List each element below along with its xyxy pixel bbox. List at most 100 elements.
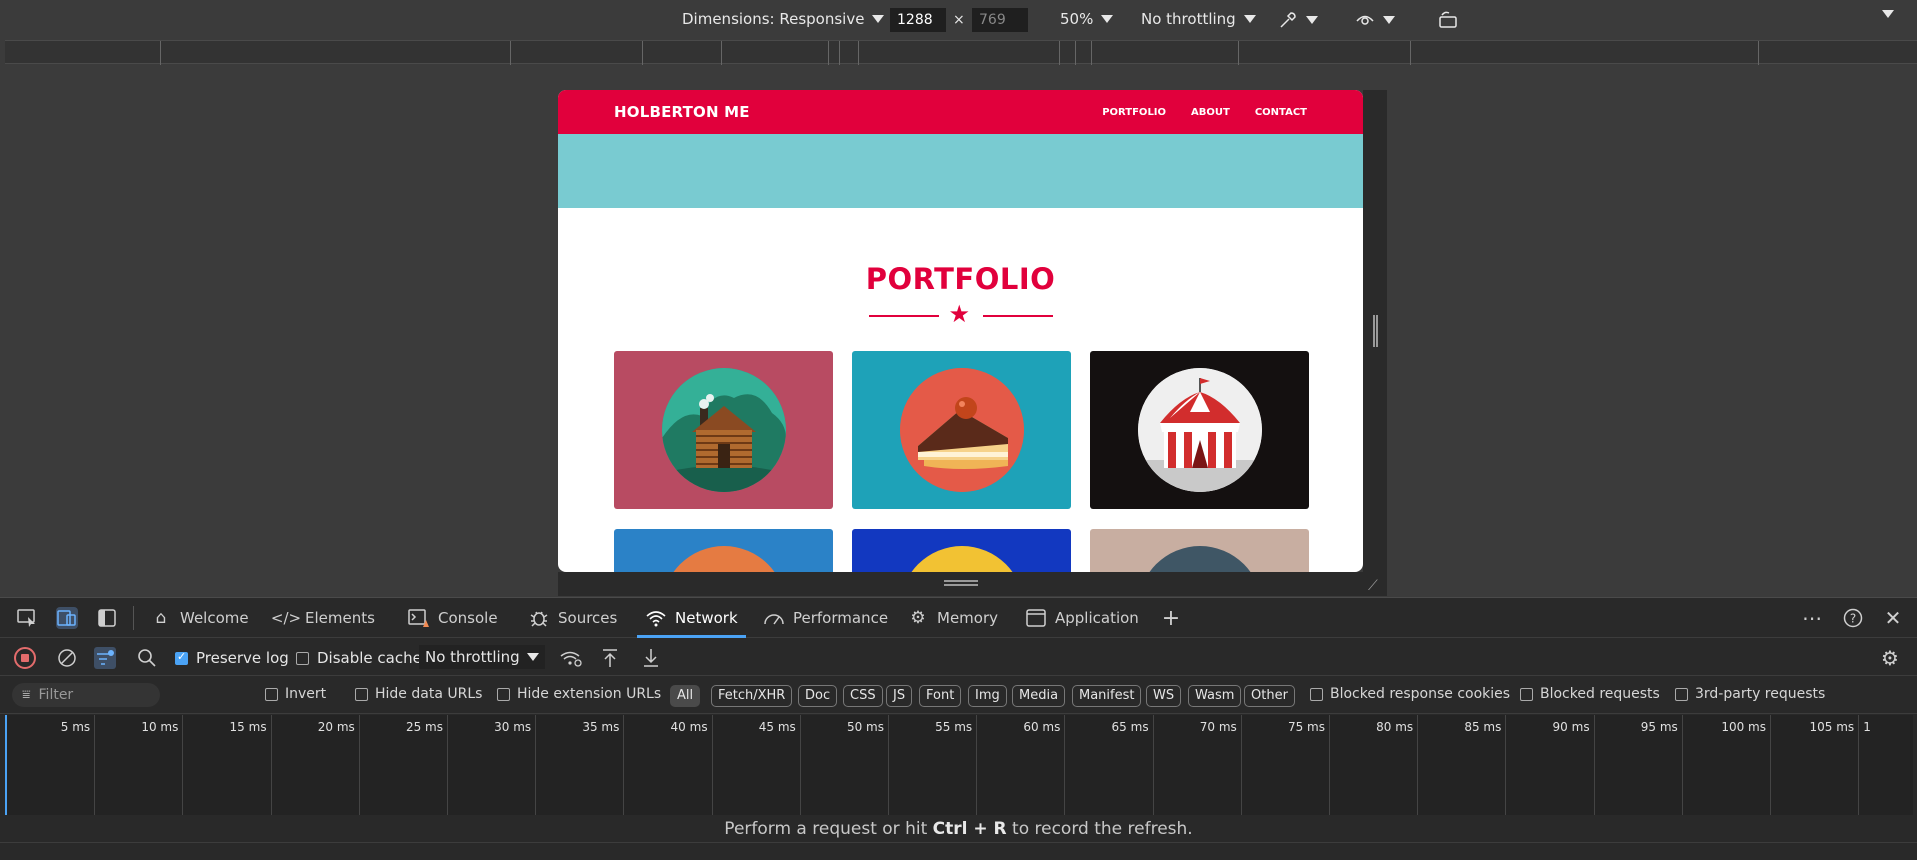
vision-deficiency-button[interactable]: [1355, 10, 1395, 30]
timeline-tick-label: 1: [1863, 720, 1871, 734]
viewport-resize-handle-right[interactable]: [1363, 90, 1387, 572]
ruler-mark: [721, 41, 722, 65]
type-filter-media[interactable]: Media: [1012, 685, 1066, 707]
site-navbar: HOLBERTON ME PORTFOLIO ABOUT CONTACT: [558, 90, 1363, 134]
type-filter-fetch-xhr[interactable]: Fetch/XHR: [711, 685, 793, 707]
nav-link-contact[interactable]: CONTACT: [1255, 107, 1307, 118]
tab-welcome[interactable]: ⌂ Welcome: [150, 598, 249, 638]
dimensions-label: Dimensions: Responsive: [682, 10, 865, 28]
type-filter-other[interactable]: Other: [1244, 685, 1295, 707]
type-filter-all[interactable]: All: [670, 685, 701, 707]
viewport-resize-handle-bottom[interactable]: ⟋: [558, 572, 1387, 596]
height-input[interactable]: [972, 8, 1028, 32]
help-icon[interactable]: ?: [1842, 607, 1864, 629]
memory-chip-icon: ⚙: [910, 608, 926, 628]
tab-network[interactable]: Network: [637, 598, 746, 638]
network-conditions-icon[interactable]: [560, 647, 582, 669]
width-input[interactable]: [890, 8, 946, 32]
type-filter-manifest[interactable]: Manifest: [1072, 685, 1142, 707]
nav-link-about[interactable]: ABOUT: [1191, 107, 1230, 118]
timeline-tick-label: 35 ms: [582, 720, 620, 734]
eyedropper-icon: [1280, 12, 1296, 28]
timeline-tick-column: 55 ms: [889, 715, 978, 815]
import-har-icon[interactable]: [599, 647, 621, 669]
network-timeline-overview[interactable]: 5 ms 10 ms 15 ms 20 ms 25 ms 30 ms 35 ms 40 ms 4…: [5, 715, 1913, 815]
timeline-tick-label: 10 ms: [141, 720, 179, 734]
clear-icon[interactable]: [56, 647, 78, 669]
timeline-tick-column: 70 ms: [1154, 715, 1242, 815]
timeline-tick-label: 15 ms: [229, 720, 267, 734]
media-query-ruler: [5, 40, 1917, 65]
export-har-icon[interactable]: [640, 647, 662, 669]
device-emulation-icon[interactable]: [56, 607, 78, 629]
star-icon: ★: [948, 300, 971, 328]
circus-tent-icon: [1137, 368, 1262, 492]
preserve-log-checkbox[interactable]: Preserve log: [175, 649, 289, 667]
add-tab-icon[interactable]: +: [1160, 606, 1182, 631]
third-party-requests-checkbox[interactable]: 3rd-party requests: [1675, 686, 1825, 702]
dock-side-icon[interactable]: [96, 607, 118, 629]
type-filter-font[interactable]: Font: [919, 685, 962, 707]
close-icon[interactable]: ✕: [1882, 606, 1904, 630]
zoom-label: 50%: [1060, 10, 1094, 28]
timeline-tick-column: 5 ms: [7, 715, 96, 815]
hide-data-urls-label: Hide data URLs: [375, 686, 483, 702]
ruler-mark: [1410, 41, 1411, 65]
tab-memory[interactable]: ⚙ Memory: [907, 598, 998, 638]
invert-checkbox[interactable]: Invert: [265, 686, 326, 702]
eyedropper-button[interactable]: [1278, 10, 1318, 30]
timeline-tick-column: 30 ms: [448, 715, 537, 815]
record-stop-icon[interactable]: [14, 647, 36, 669]
resize-corner-icon[interactable]: ⟋: [1368, 578, 1378, 594]
throttling-dropdown[interactable]: No throttling: [1141, 10, 1256, 28]
tab-performance[interactable]: Performance: [763, 598, 888, 638]
site-brand[interactable]: HOLBERTON ME: [614, 103, 750, 121]
tab-elements[interactable]: </> Elements: [271, 598, 375, 638]
type-filter-doc[interactable]: Doc: [798, 685, 838, 707]
ruler-mark: [1075, 41, 1076, 65]
tab-console[interactable]: Console: [408, 598, 498, 638]
tab-application[interactable]: Application: [1025, 598, 1139, 638]
hide-extension-urls-checkbox[interactable]: Hide extension URLs: [497, 686, 661, 702]
disable-cache-checkbox[interactable]: Disable cache: [296, 649, 422, 667]
portfolio-tile-4[interactable]: [614, 529, 833, 572]
blocked-response-cookies-checkbox[interactable]: Blocked response cookies: [1310, 686, 1510, 702]
settings-gear-icon[interactable]: ⚙: [1879, 646, 1901, 670]
tab-sources[interactable]: Sources: [528, 598, 617, 638]
zoom-dropdown[interactable]: 50%: [1060, 10, 1114, 28]
rotate-button[interactable]: [1437, 10, 1459, 30]
chevron-down-icon: [1306, 16, 1318, 24]
inspect-element-icon[interactable]: [16, 607, 38, 629]
checkbox-icon: [1675, 687, 1688, 701]
nav-link-portfolio[interactable]: PORTFOLIO: [1102, 107, 1166, 118]
empty-state-hint: Perform a request or hit Ctrl + R to rec…: [0, 819, 1917, 839]
hide-data-urls-checkbox[interactable]: Hide data URLs: [355, 686, 482, 702]
toolbar-divider: [133, 606, 134, 630]
type-filter-css[interactable]: CSS: [843, 685, 883, 707]
filter-toggle-icon[interactable]: [94, 647, 116, 669]
type-filter-ws[interactable]: WS: [1146, 685, 1182, 707]
portfolio-tile-5[interactable]: [852, 529, 1071, 572]
portfolio-tile-cabin[interactable]: [614, 351, 833, 509]
portfolio-tile-circus[interactable]: [1090, 351, 1309, 509]
network-throttling-select[interactable]: No throttling: [419, 645, 545, 669]
dimensions-dropdown[interactable]: Dimensions: Responsive: [682, 10, 885, 28]
wifi-icon: [645, 607, 667, 629]
home-icon: ⌂: [155, 608, 167, 628]
timeline-tick-column: 10 ms: [95, 715, 184, 815]
search-icon[interactable]: [136, 647, 158, 669]
more-options-button[interactable]: [1882, 10, 1894, 18]
timeline-tick-column: 80 ms: [1330, 715, 1419, 815]
portfolio-tile-cake[interactable]: [852, 351, 1071, 509]
timeline-tick-column: 20 ms: [272, 715, 360, 815]
blocked-requests-checkbox[interactable]: Blocked requests: [1520, 686, 1660, 702]
chevron-down-icon: [1101, 15, 1114, 23]
type-filter-js[interactable]: JS: [886, 685, 913, 707]
more-tools-icon[interactable]: ⋯: [1801, 606, 1823, 630]
timeline-tick-column: 95 ms: [1595, 715, 1683, 815]
title-divider: ★: [868, 300, 1053, 328]
type-filter-img[interactable]: Img: [968, 685, 1007, 707]
type-filter-wasm[interactable]: Wasm: [1188, 685, 1242, 707]
filter-input[interactable]: ⩸ Filter: [12, 683, 160, 707]
portfolio-tile-6[interactable]: [1090, 529, 1309, 572]
